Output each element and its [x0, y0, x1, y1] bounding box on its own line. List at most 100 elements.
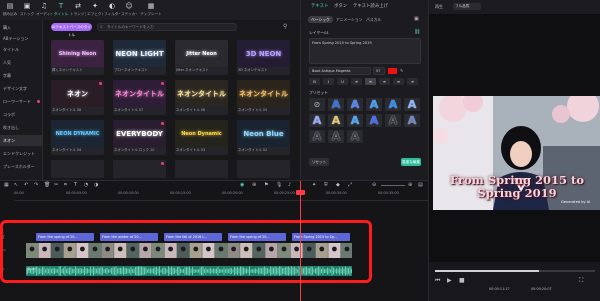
sidebar-item-ab[interactable]: ABテーション — [0, 33, 43, 44]
color-icon[interactable]: ◑ — [94, 182, 98, 188]
title-card[interactable] — [237, 160, 290, 178]
title-card[interactable] — [51, 160, 104, 178]
render-icon[interactable]: ◉ — [240, 182, 244, 188]
filter-icon[interactable]: ⚲ — [283, 23, 287, 30]
preset-tile[interactable]: A — [404, 114, 420, 127]
preset-tile[interactable]: A — [328, 130, 344, 143]
font-size-select[interactable]: 57 — [373, 67, 385, 75]
preset-tile[interactable]: A — [309, 130, 325, 143]
save-icon[interactable]: ▣ — [414, 16, 419, 22]
toolbar-item-templates[interactable]: ▦ テンプレート — [140, 2, 162, 19]
layout-icon[interactable]: ▦ — [4, 182, 9, 188]
keyframe-icon[interactable]: ◆ — [336, 182, 340, 188]
title-card[interactable] — [113, 160, 166, 178]
motion-icon[interactable]: ⤢ — [348, 182, 352, 188]
search-input[interactable]: ⌕ タイトルのキーワードを入力 — [97, 23, 237, 31]
zoom-out-icon[interactable]: ⊖ — [372, 182, 376, 188]
toolbar-item-effects[interactable]: ✦エフェクト — [87, 2, 103, 19]
playhead[interactable] — [300, 181, 301, 301]
preset-tile[interactable]: A — [385, 98, 401, 111]
title-card[interactable]: ネオン ネオンタイトル 08 — [51, 80, 104, 115]
speed-icon[interactable]: ◔ — [84, 182, 88, 188]
sidebar-item-neon[interactable]: ネオン — [0, 135, 43, 146]
sidebar-item-titles[interactable]: タイトル — [0, 44, 43, 55]
preset-tile[interactable]: A — [347, 130, 363, 143]
title-card[interactable] — [175, 160, 228, 178]
favorite-icon[interactable] — [99, 82, 102, 85]
sidebar-item-subtitles[interactable]: 字幕 — [0, 70, 43, 81]
mic-icon[interactable]: 🎙 — [276, 182, 282, 188]
title-card[interactable]: Jitter Neon Jitter ネオンテキスト — [175, 40, 228, 75]
preset-tile[interactable]: A — [328, 114, 344, 127]
pointer-icon[interactable]: ↖ — [14, 182, 18, 188]
no-preset-icon[interactable]: ⊘ — [309, 98, 325, 111]
link-icon[interactable]: ⛓ — [414, 29, 420, 35]
grid-view-icon[interactable]: ▤ — [418, 182, 423, 188]
preset-tile[interactable]: A — [309, 114, 325, 127]
title-card[interactable]: ネオンタイトル ネオンタイトル 05 — [237, 80, 290, 115]
format-button[interactable]: ≡ — [393, 78, 404, 85]
title-card[interactable]: NEON DYNAMIC ネオンタイトル 04 — [51, 120, 104, 155]
format-button[interactable]: ≡ — [379, 78, 390, 85]
favorite-icon[interactable] — [161, 82, 164, 85]
format-button[interactable]: ≡ — [351, 78, 362, 85]
sidebar-item-placeholder[interactable]: プレースホルダー — [0, 161, 43, 172]
marker-icon[interactable]: ⚑ — [264, 182, 268, 188]
zoom-slider[interactable] — [381, 185, 405, 186]
eyedropper-icon[interactable]: ✎ — [400, 68, 403, 73]
sidebar-item-design[interactable]: デザイン文字 — [0, 83, 43, 94]
text-tool-icon[interactable]: T — [74, 182, 77, 188]
title-card[interactable]: ネオンタイトル ネオンタイトル 07 — [113, 80, 166, 115]
toolbar-item-stock[interactable]: ▣ ストック — [19, 2, 35, 19]
title-card[interactable]: Neon Blue ネオンタイトル 02 — [237, 120, 290, 155]
preset-tile[interactable]: A — [366, 98, 382, 111]
time-ruler[interactable]: 00:00 00:00:05:00 00:00:10:00 00:00:15:00 00… — [14, 190, 428, 201]
toolbar-item-media[interactable]: ▤ 読み込み — [2, 2, 18, 19]
undo-icon[interactable]: ↶ — [24, 182, 28, 188]
crop-icon[interactable]: ⌗ — [64, 182, 67, 188]
preset-tile[interactable]: A — [404, 98, 420, 111]
preset-tile[interactable]: A — [328, 98, 344, 111]
format-button[interactable]: ≡ — [407, 78, 418, 85]
format-button[interactable]: U — [337, 78, 348, 85]
play-icon[interactable]: ▶ — [447, 277, 452, 284]
advanced-edit-button[interactable]: 高度な編集 — [401, 158, 421, 166]
sidebar-item-purchased[interactable]: 購入 — [0, 22, 43, 33]
reset-button[interactable]: リセット — [309, 158, 329, 166]
prev-frame-icon[interactable]: ⏮ — [435, 277, 440, 285]
quality-select[interactable]: フル品質 — [453, 3, 481, 10]
format-button[interactable]: I — [323, 78, 334, 85]
stop-icon[interactable]: ■ — [459, 277, 465, 284]
format-button[interactable]: B — [309, 78, 320, 85]
sidebar-item-popular[interactable]: 人気 — [0, 57, 43, 68]
tab-tts[interactable]: テキスト読み上げ — [353, 3, 388, 9]
title-card[interactable]: EVERYBODY ネオンタイトル ロック 10 — [113, 120, 166, 155]
toolbar-item-stickers[interactable]: ☺ステッカー — [121, 2, 137, 19]
tab-button[interactable]: ボタン — [334, 3, 347, 9]
title-card[interactable]: Shining Neon 輝くネオンテキスト — [51, 40, 104, 75]
zoom-in-icon[interactable]: ⊕ — [408, 182, 412, 188]
tab-text[interactable]: テキスト — [311, 3, 328, 9]
title-card[interactable]: NEON LIGHT ブローネオンテキスト — [113, 40, 166, 75]
playhead-handle[interactable] — [296, 190, 305, 195]
toolbar-item-titles[interactable]: T タイトル — [53, 2, 69, 19]
sidebar-item-speech-bubble[interactable]: 吹き出し — [0, 122, 43, 133]
sidebar-item-collab[interactable]: コラボ — [0, 109, 43, 120]
playback-scrubber[interactable] — [435, 270, 595, 272]
ai-icon[interactable]: ✦ — [312, 182, 316, 188]
toolbar-item-transition[interactable]: ⇄トランジション — [70, 2, 86, 19]
redo-icon[interactable]: ↷ — [34, 182, 38, 188]
sidebar-item-end-credits[interactable]: エンドクレジット — [0, 148, 43, 159]
title-card[interactable]: ネオンタイトル ネオンタイトル 06 — [175, 80, 228, 115]
shield-icon[interactable]: ⛨ — [324, 182, 328, 188]
format-button[interactable]: ≡ — [365, 78, 376, 85]
subtab-animation[interactable]: アニメーション — [333, 16, 365, 23]
delete-icon[interactable]: 🗑 — [44, 182, 50, 188]
title-card[interactable]: Neon Dynamic ネオンタイトル 03 — [175, 120, 228, 155]
font-select[interactable]: Book Antiqua Magenta — [309, 67, 371, 75]
toolbar-item-audio[interactable]: ♫ オーディオ — [36, 2, 52, 19]
subtab-path[interactable]: パスカル — [363, 16, 384, 23]
preset-tile[interactable]: A — [366, 114, 382, 127]
preset-tile[interactable]: A — [347, 114, 363, 127]
fullscreen-icon[interactable]: ⛶ — [579, 277, 583, 285]
